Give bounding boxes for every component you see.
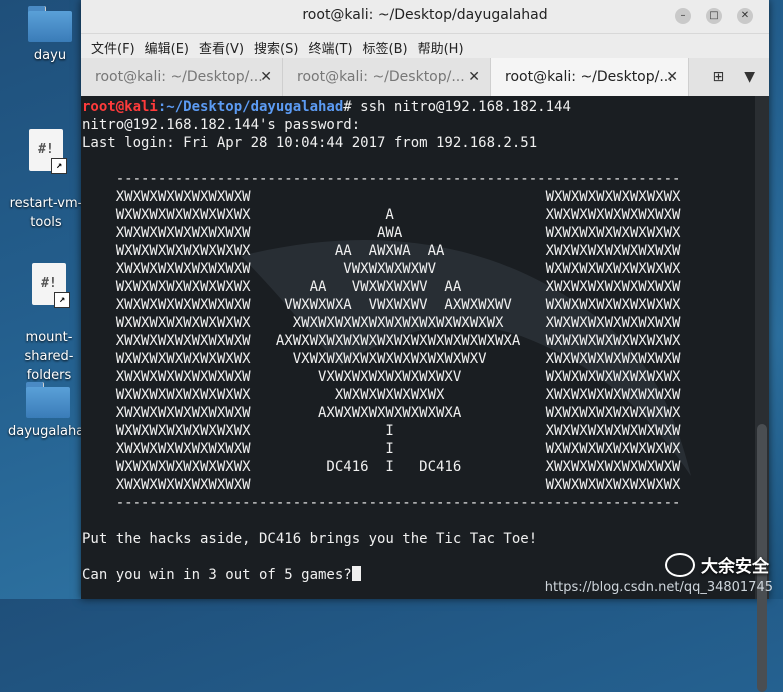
script-icon: #! ↗ [29,129,67,174]
menu-terminal[interactable]: 终端(T) [304,34,358,58]
new-tab-icon[interactable]: ⊞ [712,69,724,85]
watermark-url: https://blog.csdn.net/qq_34801745 [544,580,773,595]
watermark: 大余安全 [665,552,769,577]
text-cursor [351,566,361,581]
script-icon: #! ↗ [32,263,70,308]
prompt-user: root@kali [82,99,158,115]
desktop-folder-dayu[interactable]: dayu [10,6,90,65]
tab-2[interactable]: root@kali: ~/Desktop/... ✕ [283,58,491,96]
menu-bar: 文件(F) 编辑(E) 查看(V) 搜索(S) 终端(T) 标签(B) 帮助(H… [81,34,769,58]
desktop-icon-label: dayu [33,48,67,63]
desktop-script-restart-vm-tools[interactable]: #! ↗ restart-vm- tools [6,110,86,251]
menu-help[interactable]: 帮助(H) [414,34,470,58]
watermark-brand: 大余安全 [701,557,769,577]
wechat-icon [665,552,695,577]
minimize-icon[interactable]: – [675,8,691,24]
tab-label: root@kali: ~/Desktop/... [297,69,465,85]
desktop-icon-label: restart-vm- tools [9,196,83,230]
tab-close-icon[interactable]: ✕ [666,58,678,96]
menu-search[interactable]: 搜索(S) [250,34,304,58]
folder-icon [28,6,72,42]
prompt-command: # ssh nitro@192.168.182.144 [343,99,571,115]
tab-1[interactable]: root@kali: ~/Desktop/... ✕ [81,58,283,96]
desktop-icon-label: dayugalahad [8,424,93,439]
desktop-icon-label: mount- shared- folders [24,330,74,383]
title-bar[interactable]: root@kali: ~/Desktop/dayugalahad – □ ✕ [81,0,769,34]
tab-close-icon[interactable]: ✕ [468,58,480,96]
menu-edit[interactable]: 编辑(E) [141,34,195,58]
terminal-text: root@kali:~/Desktop/dayugalahad# ssh nit… [81,96,769,584]
folder-icon [26,382,70,418]
desktop-folder-dayugalahad[interactable]: dayugalahad [8,382,93,441]
desktop-script-mount-shared-folders[interactable]: #! ↗ mount- shared- folders [9,244,89,404]
tab-menu-chevron-down-icon[interactable]: ▼ [744,69,755,85]
close-icon[interactable]: ✕ [737,8,753,24]
tab-bar: root@kali: ~/Desktop/... ✕ root@kali: ~/… [81,58,769,97]
terminal-output[interactable]: root@kali:~/Desktop/dayugalahad# ssh nit… [81,96,769,599]
menu-file[interactable]: 文件(F) [87,34,141,58]
menu-tabs[interactable]: 标签(B) [359,34,414,58]
maximize-icon[interactable]: □ [706,8,722,24]
menu-view[interactable]: 查看(V) [195,34,250,58]
terminal-body: nitro@192.168.182.144's password: Last l… [82,117,681,583]
tab-3-active[interactable]: root@kali: ~/Desktop/... ✕ [491,58,689,96]
window-title: root@kali: ~/Desktop/dayugalahad [302,7,548,23]
tab-close-icon[interactable]: ✕ [260,58,272,96]
scrollbar[interactable] [755,96,769,692]
prompt-path: :~/Desktop/dayugalahad [157,99,344,115]
tab-label: root@kali: ~/Desktop/... [505,69,673,85]
terminal-window: root@kali: ~/Desktop/dayugalahad – □ ✕ 文… [81,0,769,692]
tab-label: root@kali: ~/Desktop/... [95,69,263,85]
